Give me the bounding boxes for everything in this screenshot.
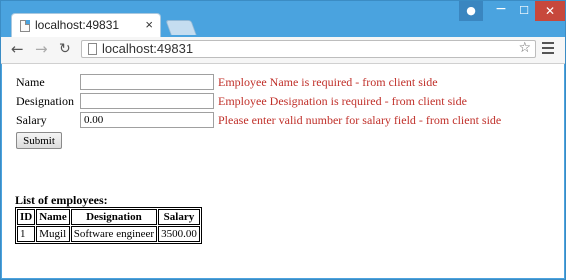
column-header: Name	[36, 209, 70, 225]
table-cell: 3500.00	[158, 226, 200, 242]
address-url[interactable]: localhost:49831	[102, 41, 193, 57]
browser-tab[interactable]: localhost:49831 ×	[11, 13, 161, 37]
salary-label: Salary	[16, 113, 47, 127]
page-favicon-icon	[20, 20, 30, 32]
employee-table: ID Name Designation Salary 1 Mugil Softw…	[15, 207, 202, 244]
employee-list-title: List of employees:	[15, 193, 108, 207]
maximize-button[interactable]: ☐	[513, 1, 535, 21]
salary-error: Please enter valid number for salary fie…	[218, 113, 502, 127]
table-cell: 1	[17, 226, 36, 242]
name-label: Name	[16, 75, 45, 89]
tab-close-icon[interactable]: ×	[145, 17, 153, 32]
menu-hamburger-icon[interactable]	[542, 42, 554, 57]
table-cell: Software engineer	[70, 226, 158, 242]
browser-toolbar: ← → ↻ localhost:49831 ☆	[1, 37, 565, 64]
forward-arrow-icon[interactable]: →	[35, 40, 48, 58]
bookmark-star-icon[interactable]: ☆	[518, 40, 531, 56]
column-header: ID	[17, 209, 36, 225]
minimize-button[interactable]: −	[489, 1, 513, 21]
table-cell: Mugil	[36, 226, 70, 242]
reload-icon[interactable]: ↻	[59, 41, 71, 57]
name-input[interactable]	[80, 74, 214, 90]
column-header: Salary	[158, 209, 200, 225]
table-row: 1 Mugil Software engineer 3500.00	[17, 226, 200, 242]
column-header: Designation	[70, 209, 158, 225]
page-content: Name Employee Name is required - from cl…	[2, 64, 564, 278]
submit-button[interactable]: Submit	[16, 132, 62, 149]
salary-input[interactable]	[80, 112, 214, 128]
designation-input[interactable]	[80, 93, 214, 109]
address-bar[interactable]: localhost:49831 ☆	[81, 40, 536, 58]
page-icon	[88, 43, 97, 55]
table-header-row: ID Name Designation Salary	[17, 209, 200, 225]
back-arrow-icon[interactable]: ←	[11, 40, 24, 58]
close-button[interactable]: ✕	[535, 1, 565, 21]
title-bar: localhost:49831 × ● − ☐ ✕	[1, 1, 565, 37]
designation-label: Designation	[16, 94, 74, 108]
tab-title: localhost:49831	[35, 18, 120, 32]
browser-window: localhost:49831 × ● − ☐ ✕ ← → ↻ localhos…	[0, 0, 566, 280]
designation-error: Employee Designation is required - from …	[218, 94, 467, 108]
new-tab-button[interactable]	[165, 20, 197, 35]
user-profile-icon[interactable]: ●	[459, 1, 483, 21]
name-error: Employee Name is required - from client …	[218, 75, 438, 89]
